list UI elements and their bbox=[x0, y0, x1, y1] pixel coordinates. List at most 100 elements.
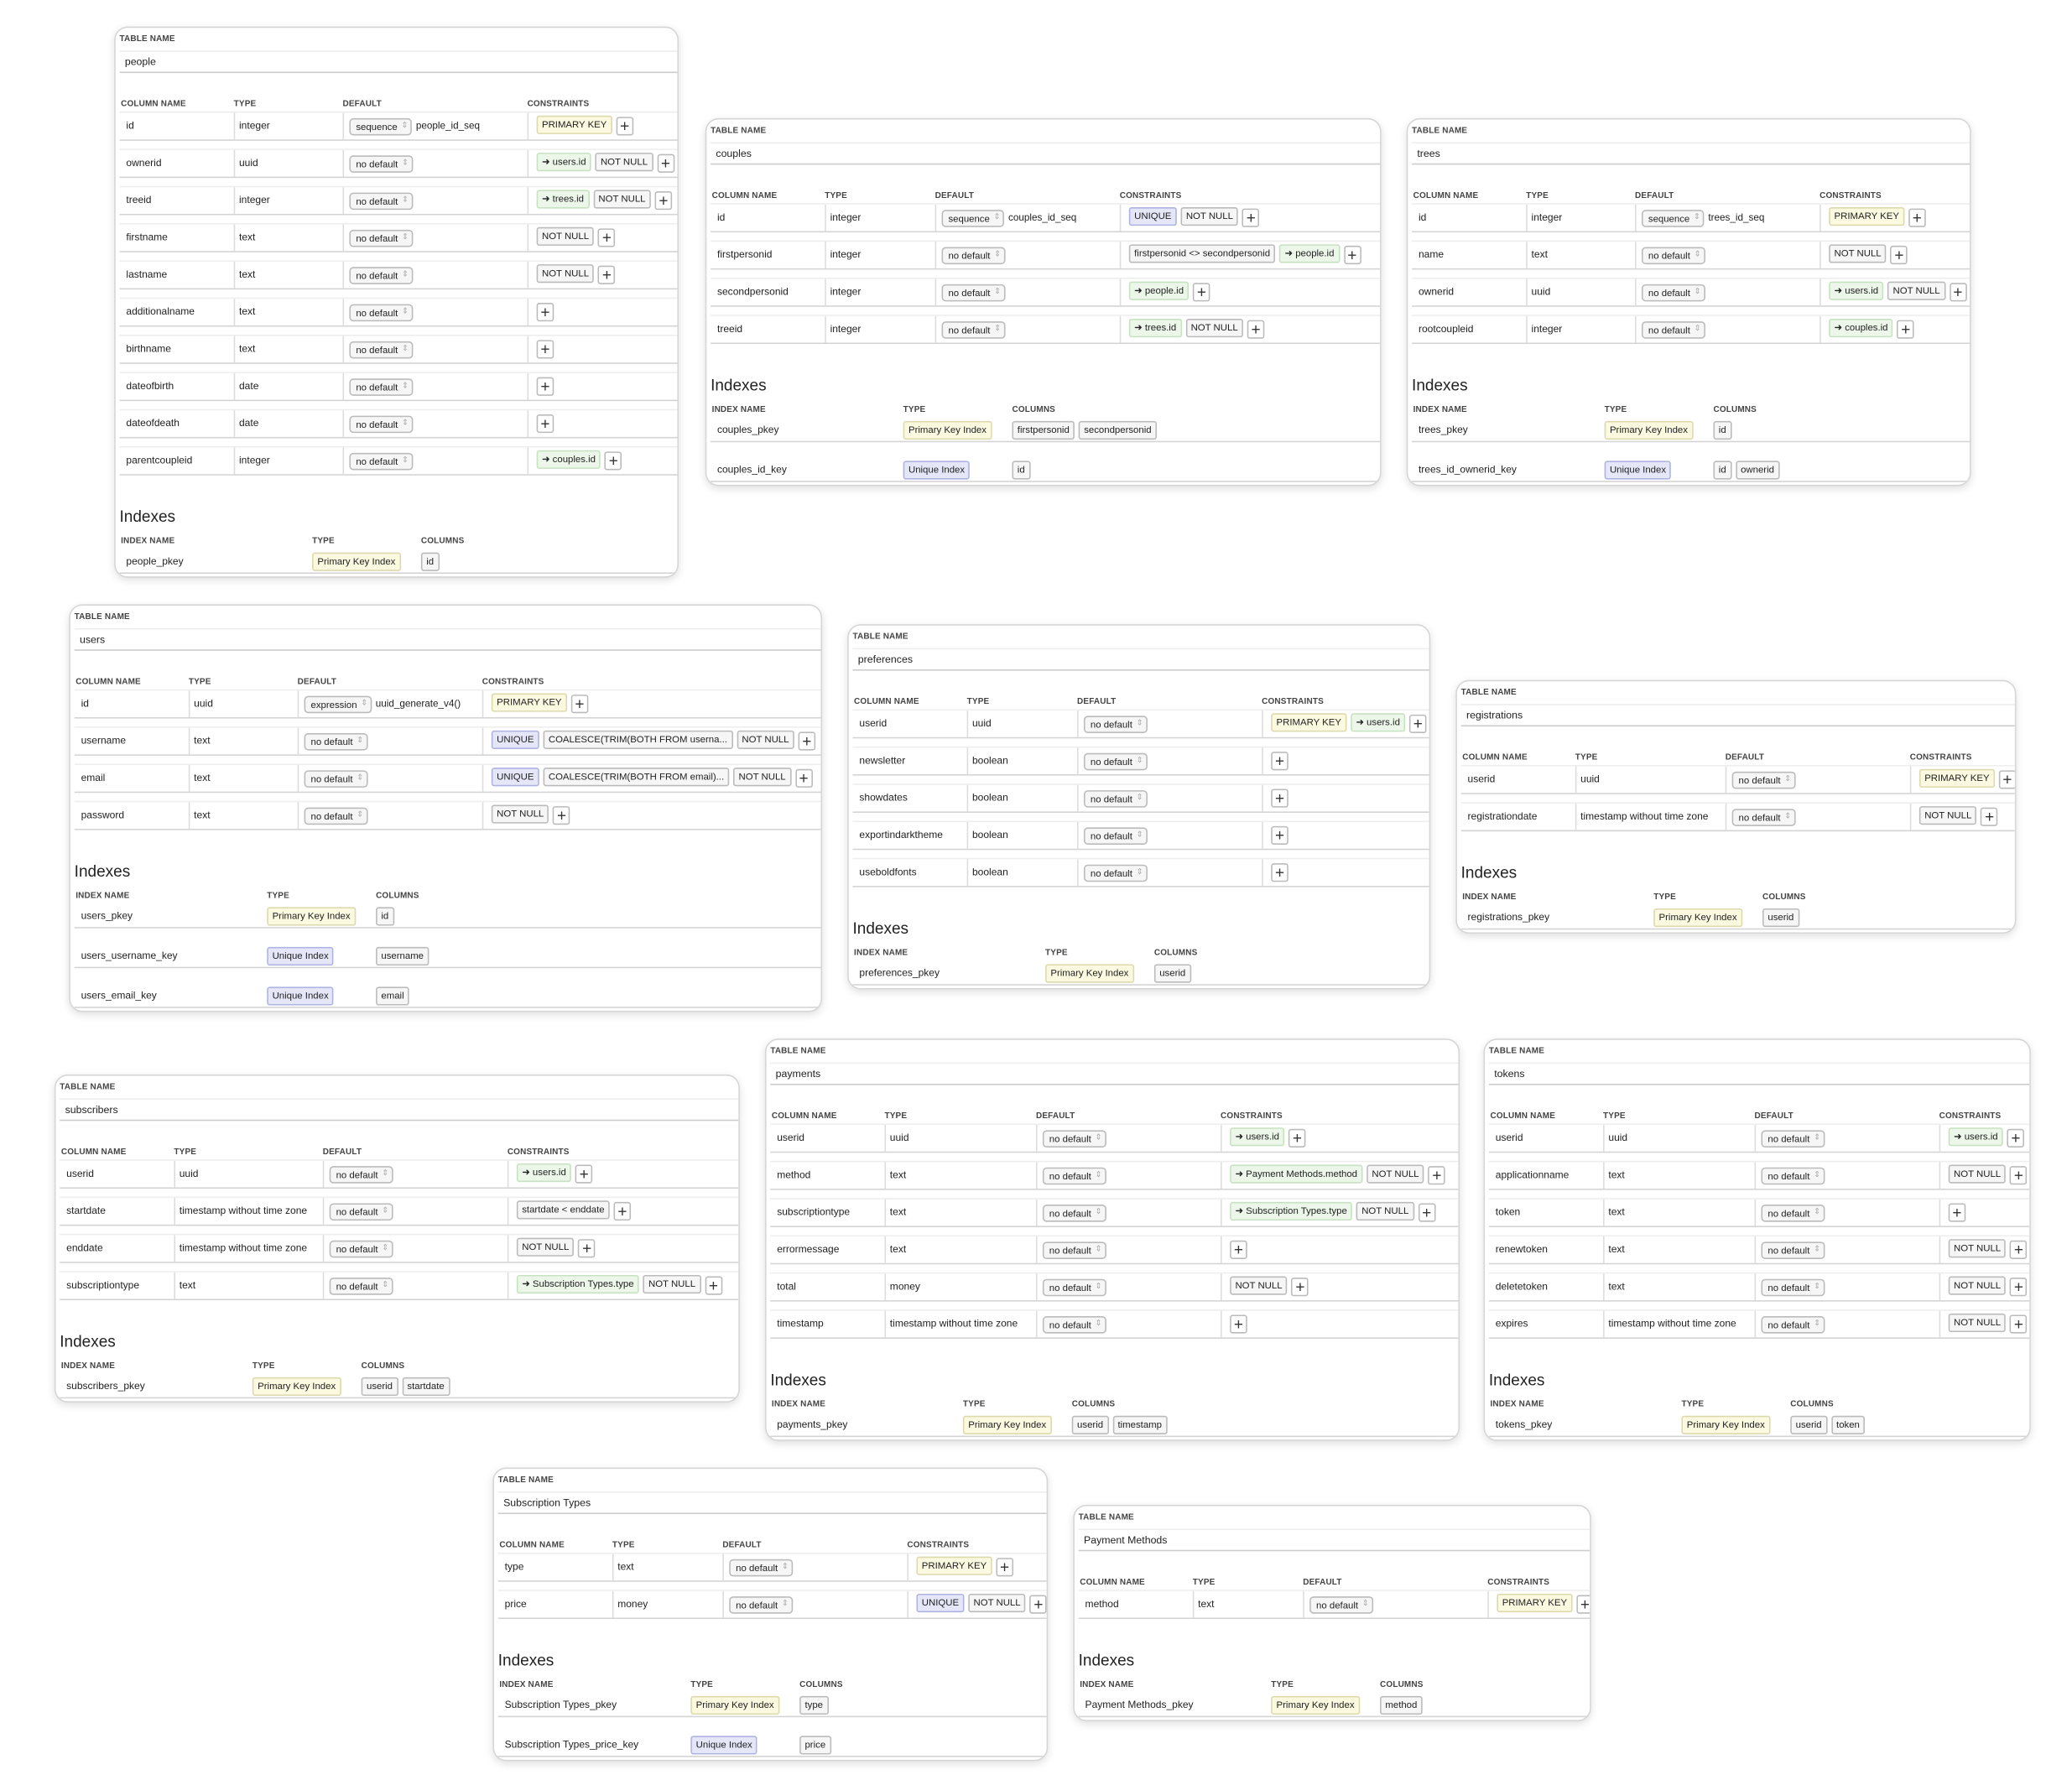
constraint-chip-check[interactable]: NOT NULL bbox=[1230, 1276, 1288, 1295]
column-type-input[interactable]: uuid bbox=[1575, 766, 1600, 794]
column-type-input[interactable]: text bbox=[174, 1272, 195, 1299]
default-select[interactable]: no default ⇕ bbox=[349, 377, 413, 396]
column-type-input[interactable]: timestamp without time zone bbox=[174, 1198, 307, 1225]
constraint-chip-primary-key[interactable]: PRIMARY KEY bbox=[1271, 713, 1347, 732]
default-select[interactable]: sequence ⇕ bbox=[941, 209, 1005, 226]
default-select[interactable]: no default ⇕ bbox=[1641, 320, 1705, 338]
add-constraint-button[interactable]: + bbox=[1271, 825, 1288, 845]
column-type-input[interactable]: text bbox=[1192, 1590, 1215, 1618]
column-name-input[interactable]: password bbox=[81, 802, 124, 829]
table-name-input[interactable]: users bbox=[74, 627, 821, 651]
add-constraint-button[interactable]: + bbox=[1408, 714, 1427, 733]
default-select[interactable]: no default ⇕ bbox=[349, 414, 413, 433]
column-type-input[interactable]: timestamp without time zone bbox=[1575, 803, 1708, 830]
column-type-input[interactable]: text bbox=[1603, 1273, 1625, 1301]
column-name-input[interactable]: additionalname bbox=[126, 299, 195, 325]
add-constraint-button[interactable]: + bbox=[996, 1558, 1013, 1577]
add-constraint-button[interactable]: + bbox=[575, 1164, 593, 1184]
column-name-input[interactable]: dateofbirth bbox=[126, 373, 174, 400]
add-constraint-button[interactable]: + bbox=[1908, 208, 1926, 227]
table-name-input[interactable]: trees bbox=[1412, 142, 1970, 165]
column-name-input[interactable]: id bbox=[126, 113, 133, 140]
column-name-input[interactable]: dateofdeath bbox=[126, 410, 180, 437]
column-name-input[interactable]: method bbox=[777, 1162, 810, 1189]
column-name-input[interactable]: ownerid bbox=[1419, 278, 1454, 305]
default-select[interactable]: no default ⇕ bbox=[349, 452, 413, 470]
constraint-chip-foreign-key[interactable]: ➜ Subscription Types.type bbox=[516, 1274, 639, 1294]
column-name-input[interactable]: startdate bbox=[66, 1198, 106, 1225]
add-constraint-button[interactable]: + bbox=[1998, 770, 2015, 789]
default-select[interactable]: sequence ⇕ bbox=[349, 117, 413, 135]
column-type-input[interactable]: text bbox=[884, 1236, 906, 1263]
default-select[interactable]: no default ⇕ bbox=[1083, 752, 1148, 770]
add-constraint-button[interactable]: + bbox=[1897, 320, 1915, 339]
column-name-input[interactable]: newsletter bbox=[859, 747, 905, 774]
column-name-input[interactable]: name bbox=[1419, 242, 1444, 268]
default-select[interactable]: no default ⇕ bbox=[1761, 1241, 1825, 1259]
add-constraint-button[interactable]: + bbox=[705, 1276, 722, 1295]
default-select[interactable]: sequence ⇕ bbox=[1641, 209, 1705, 226]
column-name-input[interactable]: id bbox=[1419, 205, 1426, 232]
constraint-chip-foreign-key[interactable]: ➜ Payment Methods.method bbox=[1230, 1164, 1363, 1184]
column-type-input[interactable]: uuid bbox=[1603, 1125, 1627, 1152]
column-type-input[interactable]: text bbox=[884, 1162, 906, 1189]
constraint-chip-check[interactable]: NOT NULL bbox=[643, 1274, 701, 1294]
constraint-chip-unique[interactable]: UNIQUE bbox=[491, 730, 539, 749]
default-select[interactable]: no default ⇕ bbox=[729, 1559, 793, 1576]
column-type-input[interactable]: timestamp without time zone bbox=[884, 1310, 1018, 1338]
table-name-input[interactable]: people bbox=[119, 50, 678, 74]
default-select[interactable]: no default ⇕ bbox=[1761, 1315, 1825, 1333]
add-constraint-button[interactable]: + bbox=[2010, 1314, 2028, 1334]
constraint-chip-foreign-key[interactable]: ➜ couples.id bbox=[536, 450, 601, 469]
default-select[interactable]: no default ⇕ bbox=[941, 284, 1005, 301]
table-name-input[interactable]: registrations bbox=[1460, 704, 2015, 727]
column-name-input[interactable]: timestamp bbox=[777, 1311, 823, 1338]
column-name-input[interactable]: firstpersonid bbox=[717, 242, 773, 268]
constraint-chip-primary-key[interactable]: PRIMARY KEY bbox=[1918, 768, 1995, 788]
column-name-input[interactable]: birthname bbox=[126, 336, 170, 363]
column-name-input[interactable]: token bbox=[1496, 1200, 1520, 1226]
column-type-input[interactable]: uuid bbox=[174, 1160, 198, 1188]
add-constraint-button[interactable]: + bbox=[1271, 752, 1288, 771]
column-name-input[interactable]: price bbox=[505, 1591, 527, 1618]
add-constraint-button[interactable]: + bbox=[2007, 1128, 2025, 1148]
column-name-input[interactable]: ownerid bbox=[126, 150, 161, 177]
constraint-chip-check[interactable]: NOT NULL bbox=[595, 153, 653, 172]
column-type-input[interactable]: integer bbox=[1526, 204, 1562, 232]
constraint-chip-foreign-key[interactable]: ➜ people.id bbox=[1128, 281, 1190, 300]
default-select[interactable]: no default ⇕ bbox=[1761, 1129, 1825, 1148]
default-select[interactable]: no default ⇕ bbox=[1083, 863, 1148, 882]
constraint-chip-unique[interactable]: UNIQUE bbox=[491, 768, 539, 787]
table-name-input[interactable]: subscribers bbox=[60, 1098, 739, 1122]
constraint-chip-check[interactable]: COALESCE(TRIM(BOTH FROM email)... bbox=[543, 768, 730, 787]
add-constraint-button[interactable]: + bbox=[553, 806, 570, 825]
add-constraint-button[interactable]: + bbox=[605, 451, 622, 471]
default-select[interactable]: no default ⇕ bbox=[1731, 771, 1795, 789]
add-constraint-button[interactable]: + bbox=[1890, 245, 1908, 265]
column-name-input[interactable]: userid bbox=[66, 1161, 94, 1188]
column-type-input[interactable]: boolean bbox=[966, 822, 1008, 849]
default-select[interactable]: no default ⇕ bbox=[1042, 1278, 1106, 1296]
default-select[interactable]: no default ⇕ bbox=[729, 1595, 793, 1613]
add-constraint-button[interactable]: + bbox=[2010, 1278, 2028, 1297]
constraint-chip-check[interactable]: NOT NULL bbox=[1948, 1313, 2007, 1333]
column-name-input[interactable]: id bbox=[81, 690, 89, 717]
column-type-input[interactable]: money bbox=[884, 1273, 920, 1301]
constraint-chip-foreign-key[interactable]: ➜ users.id bbox=[1829, 281, 1884, 300]
default-select[interactable]: no default ⇕ bbox=[1761, 1278, 1825, 1296]
add-constraint-button[interactable]: + bbox=[1193, 283, 1210, 302]
column-type-input[interactable]: text bbox=[188, 764, 211, 792]
column-type-input[interactable]: text bbox=[233, 261, 255, 289]
default-select[interactable]: no default ⇕ bbox=[329, 1202, 393, 1220]
default-select[interactable]: no default ⇕ bbox=[1761, 1166, 1825, 1184]
default-select[interactable]: no default ⇕ bbox=[349, 303, 413, 321]
column-name-input[interactable]: renewtoken bbox=[1496, 1236, 1548, 1263]
default-select[interactable]: no default ⇕ bbox=[304, 769, 367, 788]
add-constraint-button[interactable]: + bbox=[536, 377, 554, 396]
column-name-input[interactable]: total bbox=[777, 1273, 796, 1300]
column-name-input[interactable]: userid bbox=[859, 710, 887, 737]
column-name-input[interactable]: userid bbox=[777, 1125, 804, 1152]
column-name-input[interactable]: subscriptiontype bbox=[777, 1200, 850, 1226]
default-select[interactable]: no default ⇕ bbox=[329, 1240, 393, 1257]
constraint-chip-foreign-key[interactable]: ➜ users.id bbox=[1230, 1127, 1285, 1147]
